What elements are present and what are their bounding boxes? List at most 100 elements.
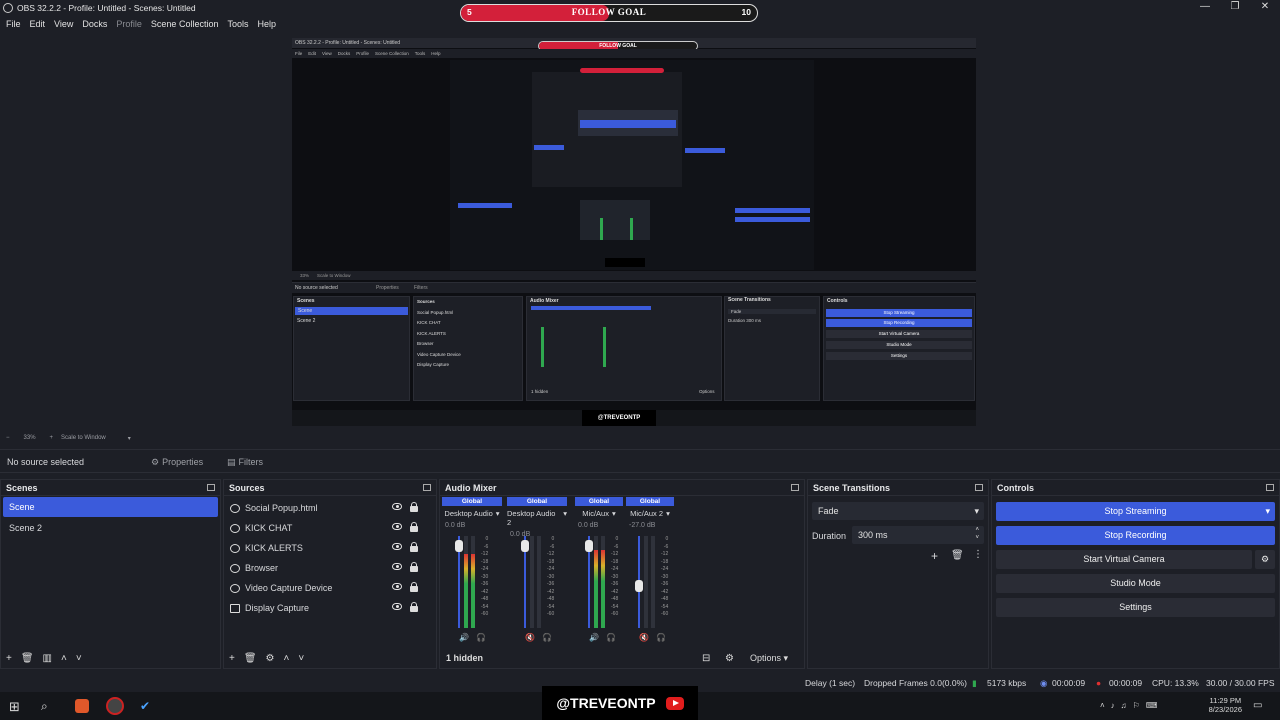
brave-icon[interactable] [75,699,89,713]
global-badge[interactable]: Global [442,497,502,506]
muted-speaker-icon[interactable]: 🔇 [525,633,535,642]
properties-tab[interactable]: ⚙ Properties [151,455,203,469]
headphones-icon[interactable]: 🎧 [476,633,486,642]
speaker-icon[interactable]: 🔊 [589,633,599,642]
eye-icon[interactable] [392,603,402,610]
menu-edit[interactable]: Edit [30,19,46,29]
chevron-down-icon[interactable]: ▾ [1265,502,1270,521]
scene-item[interactable]: Scene [3,497,218,517]
zoom-in-button[interactable]: + [50,435,54,441]
headphones-icon[interactable]: 🎧 [656,633,666,642]
duration-input[interactable]: 300 ms ˄ ˅ [852,526,984,544]
volume-fader[interactable] [455,536,463,628]
menu-file[interactable]: File [6,19,21,29]
volume-fader[interactable] [585,536,593,628]
filters-tab[interactable]: ▤ Filters [227,455,263,469]
menu-view[interactable]: View [54,19,73,29]
lock-icon[interactable] [410,562,418,572]
menu-help[interactable]: Help [257,19,276,29]
fader-knob[interactable] [455,540,463,552]
eye-icon[interactable] [392,563,402,570]
source-item[interactable]: Browser [224,558,436,578]
scene-item[interactable]: Scene 2 [3,518,218,538]
eye-icon[interactable] [392,543,402,550]
menu-docks[interactable]: Docks [82,19,107,29]
eye-icon[interactable] [392,523,402,530]
zoom-out-button[interactable]: − [6,435,10,441]
global-badge[interactable]: Global [507,497,567,506]
scene-filter-icon[interactable]: ▥ [43,653,52,664]
lock-icon[interactable] [410,502,418,512]
source-item[interactable]: Video Capture Device [224,578,436,598]
add-transition-icon[interactable]: + [931,549,938,563]
chevron-down-icon[interactable]: ▾ [496,509,500,518]
headphones-icon[interactable]: 🎧 [606,633,616,642]
source-item[interactable]: KICK CHAT [224,518,436,538]
move-up-icon[interactable]: ˄ [284,653,290,664]
app-icon[interactable]: ✔ [140,699,154,713]
muted-speaker-icon[interactable]: 🔇 [639,633,649,642]
volume-fader[interactable] [635,536,643,628]
studio-mode-button[interactable]: Studio Mode [996,574,1275,593]
program-preview[interactable]: OBS 32.2.2 - Profile: Untitled - Scenes:… [292,38,976,426]
zoom-mode[interactable]: Scale to Window [61,435,106,441]
source-item[interactable]: KICK ALERTS [224,538,436,558]
undock-icon[interactable] [791,484,799,491]
stepper-icon[interactable]: ˄ ˅ [975,526,979,542]
volume-fader[interactable] [521,536,529,628]
global-badge[interactable]: Global [626,497,674,506]
move-down-icon[interactable]: ˅ [298,653,304,664]
move-up-icon[interactable]: ˄ [61,653,67,664]
lock-icon[interactable] [410,582,418,592]
obs-taskbar-icon[interactable] [106,697,124,715]
minimize-button[interactable]: — [1190,0,1220,14]
mixer-layout-icon[interactable]: ⊟ [702,653,710,664]
lock-icon[interactable] [410,542,418,552]
stop-streaming-button[interactable]: Stop Streaming ▾ [996,502,1275,521]
trash-icon[interactable]: 🗑 [21,653,34,664]
tray-icons[interactable]: ˄♪♫⚐⌨ [1100,701,1163,710]
lock-icon[interactable] [410,522,418,532]
gear-icon[interactable]: ⚙ [266,653,275,664]
global-badge[interactable]: Global [575,497,623,506]
menu-tools[interactable]: Tools [227,19,248,29]
gear-icon[interactable]: ⚙ [1255,550,1275,569]
fader-knob[interactable] [585,540,593,552]
mixer-options-button[interactable]: Options ▾ [750,653,788,664]
transition-select[interactable]: Fade ▾ [812,502,984,520]
source-item[interactable]: Display Capture [224,598,436,618]
settings-button[interactable]: Settings [996,598,1275,617]
start-virtual-camera-button[interactable]: Start Virtual Camera [996,550,1252,569]
close-button[interactable]: ✕ [1250,0,1280,14]
undock-icon[interactable] [423,484,431,491]
mixer-settings-icon[interactable]: ⚙ [725,653,734,664]
undock-icon[interactable] [1266,484,1274,491]
headphones-icon[interactable]: 🎧 [542,633,552,642]
speaker-icon[interactable]: 🔊 [459,633,469,642]
source-item[interactable]: Social Popup.html [224,498,436,518]
chevron-down-icon[interactable]: ▾ [128,435,131,442]
trash-icon[interactable]: 🗑 [244,653,257,664]
chevron-down-icon[interactable]: ▾ [666,509,670,518]
tray-clock[interactable]: 11:29 PM 8/23/2026 [1209,692,1242,720]
add-icon[interactable]: + [6,653,12,664]
move-down-icon[interactable]: ˅ [76,653,82,664]
trash-icon[interactable]: 🗑 [951,550,964,561]
eye-icon[interactable] [392,503,402,510]
chevron-down-icon[interactable]: ▾ [612,509,616,518]
undock-icon[interactable] [207,484,215,491]
maximize-button[interactable]: ❐ [1220,0,1250,14]
menu-profile[interactable]: Profile [116,19,142,29]
more-options-icon[interactable]: ⋮ [973,549,983,560]
windows-start-icon[interactable]: ⊞ [9,699,23,714]
search-icon[interactable]: ⌕ [41,699,55,713]
fader-knob[interactable] [635,580,643,592]
mixer-hidden-count[interactable]: 1 hidden [446,653,483,663]
stop-recording-button[interactable]: Stop Recording [996,526,1275,545]
lock-icon[interactable] [410,602,418,612]
menu-scene-collection[interactable]: Scene Collection [151,19,219,29]
fader-knob[interactable] [521,540,529,552]
undock-icon[interactable] [975,484,983,491]
chevron-down-icon[interactable]: ▾ [563,509,567,527]
notification-icon[interactable]: ▭ [1253,700,1262,711]
